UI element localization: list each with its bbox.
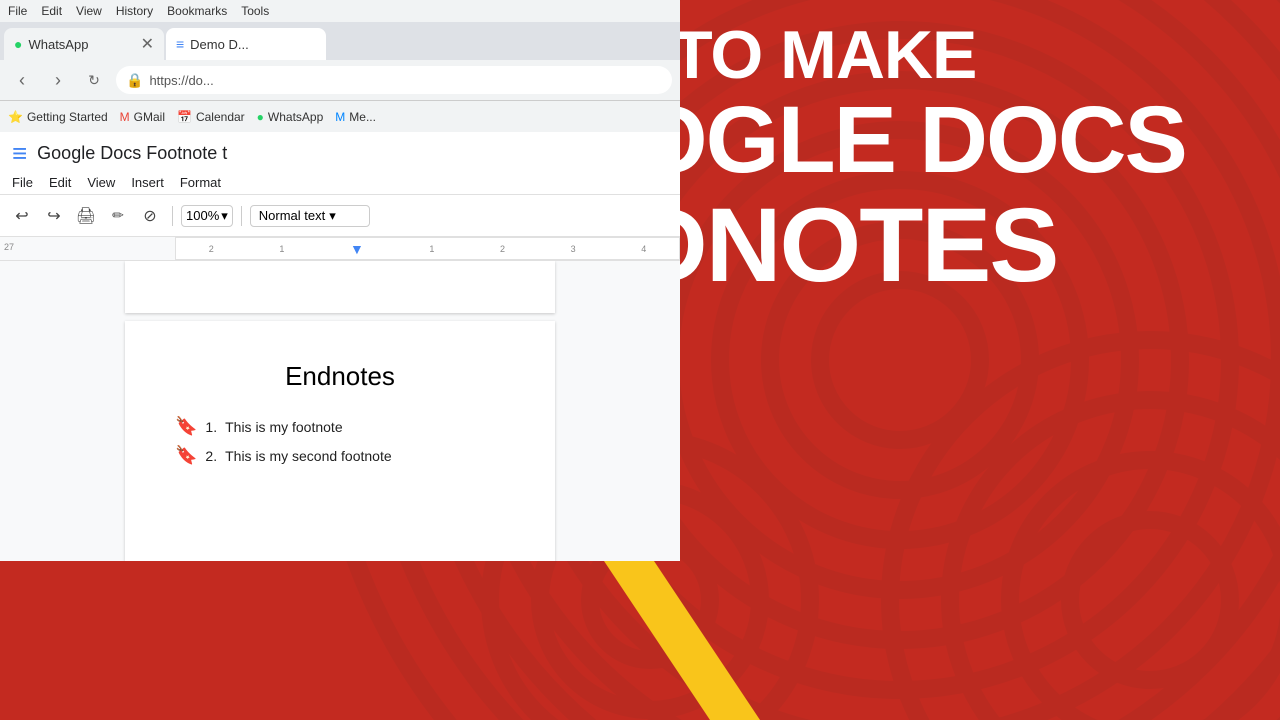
bookmark-cal-icon: 📅 (177, 110, 192, 124)
style-selector[interactable]: Normal text ▾ (250, 205, 370, 227)
docs-title-row: ≡ Google Docs Footnote t (0, 132, 680, 175)
doc-page: Endnotes 🔖 1. This is my footnote 🔖 2. T… (125, 321, 555, 561)
docs-title: Google Docs Footnote t (37, 143, 227, 164)
bookmark-gs-label: Getting Started (27, 110, 108, 124)
doc-content-area: Endnotes 🔖 1. This is my footnote 🔖 2. T… (0, 261, 680, 561)
redo-button[interactable]: ↪ (40, 202, 68, 230)
footnote-2-text: This is my second footnote (225, 448, 392, 464)
ruler-mark-1: 1 (279, 244, 284, 254)
tab-bar: ● WhatsApp ✕ ≡ Demo D... (0, 22, 680, 60)
bookmark-whatsapp[interactable]: ● WhatsApp (257, 110, 324, 124)
ruler-number-27: 27 (0, 242, 14, 252)
footnote-2-number: 2. (205, 448, 217, 464)
ruler-mark-3: 3 (571, 244, 576, 254)
bookmark-messenger[interactable]: M Me... (335, 110, 376, 124)
print-button[interactable]: 🖨 (72, 202, 100, 230)
bookmark-gmail-label: GMail (134, 110, 165, 124)
address-bar: ‹ › ↻ 🔒 https://do... (0, 60, 680, 100)
tab-whatsapp-label: WhatsApp (28, 37, 88, 52)
bookmark-mes-label: Me... (349, 110, 376, 124)
bookmark-gmail-icon: M (120, 110, 130, 124)
endnotes-heading: Endnotes (175, 361, 505, 392)
menu-history[interactable]: History (116, 4, 153, 18)
bookmark-getting-started[interactable]: ⭐ Getting Started (8, 110, 108, 124)
footnote-1-number: 1. (205, 419, 217, 435)
toolbar-sep2 (241, 206, 242, 226)
bookmark-calendar[interactable]: 📅 Calendar (177, 110, 245, 124)
address-text: https://do... (149, 73, 213, 88)
zoom-selector[interactable]: 100% ▾ (181, 205, 233, 227)
bookmark-gmail[interactable]: M GMail (120, 110, 165, 124)
ruler-mark-4: 4 (641, 244, 646, 254)
address-box[interactable]: 🔒 https://do... (116, 66, 672, 94)
ruler-cursor: ▼ (350, 241, 364, 257)
bookmarks-bar: ⭐ Getting Started M GMail 📅 Calendar ● W… (0, 100, 680, 132)
ruler-mark-2: 2 (209, 244, 214, 254)
docs-logo-icon: ≡ (12, 138, 27, 169)
bookmark-gs-icon: ⭐ (8, 110, 23, 124)
forward-button[interactable]: › (44, 66, 72, 94)
back-button[interactable]: ‹ (8, 66, 36, 94)
footnote-2-bookmark-icon: 🔖 (175, 445, 197, 466)
style-dropdown-icon: ▾ (329, 208, 336, 224)
footnote-1-bookmark-icon: 🔖 (175, 416, 197, 437)
style-value: Normal text (259, 208, 325, 223)
whatsapp-icon: ● (14, 36, 22, 52)
undo-button[interactable]: ↩ (8, 202, 36, 230)
docs-menu-view[interactable]: View (87, 175, 115, 190)
docs-menu-insert[interactable]: Insert (131, 175, 164, 190)
tab-google-docs[interactable]: ≡ Demo D... (166, 28, 326, 60)
refresh-button[interactable]: ↻ (80, 66, 108, 94)
menu-view[interactable]: View (76, 4, 102, 18)
paint-format-button[interactable]: ✏ (104, 202, 132, 230)
browser-chrome: File Edit View History Bookmarks Tools ●… (0, 0, 680, 561)
ruler: 27 2 1 ▼ 1 2 3 4 (0, 237, 680, 261)
toolbar-sep1 (172, 206, 173, 226)
tab-close-whatsapp[interactable]: ✕ (141, 34, 154, 54)
docs-header: ≡ Google Docs Footnote t File Edit View … (0, 132, 680, 195)
tab-google-docs-label: Demo D... (190, 37, 249, 52)
tab-whatsapp[interactable]: ● WhatsApp ✕ (4, 28, 164, 60)
gdocs-tab-icon: ≡ (176, 36, 184, 52)
docs-toolbar: ↩ ↪ 🖨 ✏ ⊘ 100% ▾ Normal text ▾ (0, 195, 680, 237)
docs-menu-format[interactable]: Format (180, 175, 221, 190)
docs-menu-file[interactable]: File (12, 175, 33, 190)
footnote-item-1: 🔖 1. This is my footnote (175, 416, 505, 437)
clear-format-button[interactable]: ⊘ (136, 202, 164, 230)
menu-tools[interactable]: Tools (241, 4, 269, 18)
bookmark-wa-label: WhatsApp (268, 110, 323, 124)
zoom-dropdown-icon: ▾ (221, 208, 228, 224)
footnote-1-text: This is my footnote (225, 419, 343, 435)
ruler-left-margin: 27 (0, 237, 175, 260)
footnote-item-2: 🔖 2. This is my second footnote (175, 445, 505, 466)
menu-edit[interactable]: Edit (41, 4, 62, 18)
ruler-main: 2 1 ▼ 1 2 3 4 (175, 237, 680, 260)
docs-menu-edit[interactable]: Edit (49, 175, 71, 190)
security-icon: 🔒 (126, 72, 143, 89)
bookmark-cal-label: Calendar (196, 110, 245, 124)
bookmark-mes-icon: M (335, 110, 345, 124)
zoom-value: 100% (186, 208, 219, 223)
page-top (125, 261, 555, 313)
bookmark-wa-icon: ● (257, 110, 264, 124)
ruler-mark-2r: 2 (500, 244, 505, 254)
docs-menu: File Edit View Insert Format (0, 175, 680, 194)
menu-file[interactable]: File (8, 4, 27, 18)
menu-bookmarks[interactable]: Bookmarks (167, 4, 227, 18)
ruler-mark-1r: 1 (429, 244, 434, 254)
menu-bar: File Edit View History Bookmarks Tools (0, 0, 680, 22)
